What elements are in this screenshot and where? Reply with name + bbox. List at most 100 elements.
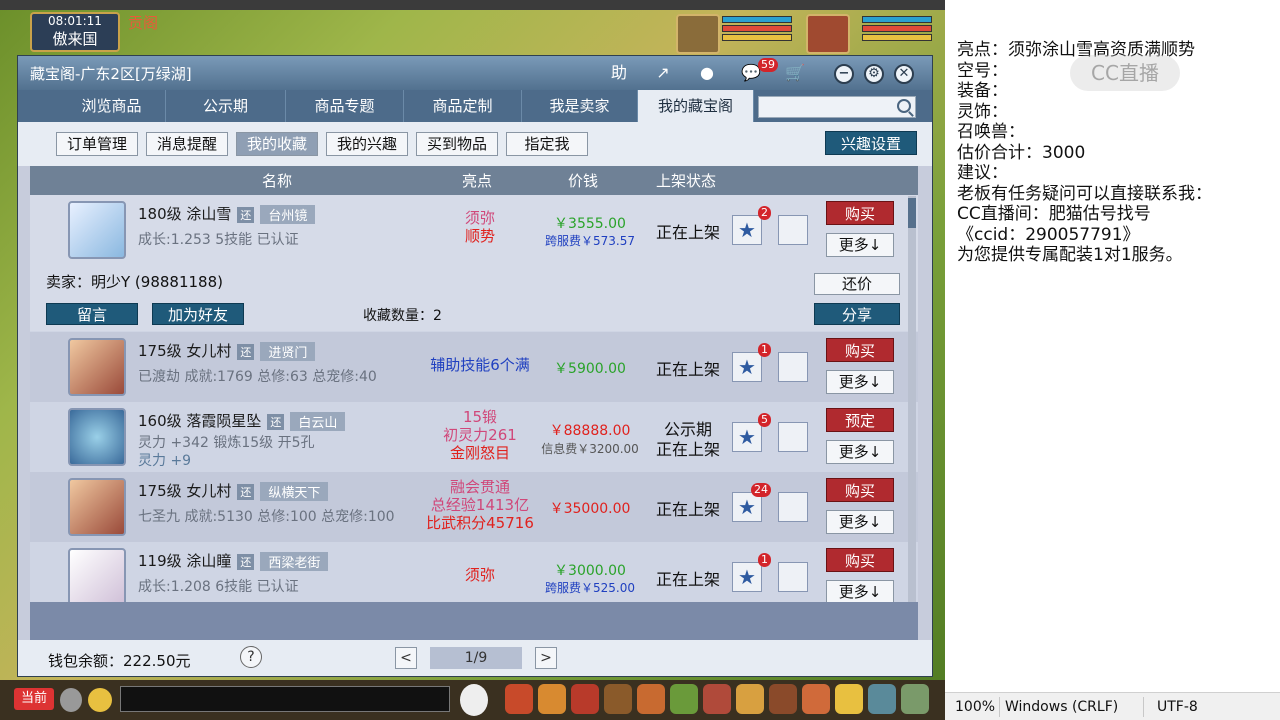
system-icon[interactable] <box>868 684 896 714</box>
help-icon[interactable]: ? <box>240 646 262 668</box>
more-button[interactable]: 更多↓ <box>826 233 894 257</box>
chat-icon[interactable]: 💬 59 <box>738 58 778 84</box>
chat-input[interactable] <box>120 686 450 712</box>
counter-offer-button[interactable]: 还价 <box>814 273 900 295</box>
more-button[interactable]: 更多↓ <box>826 580 894 602</box>
search-icon[interactable] <box>897 99 911 113</box>
assist-icon[interactable]: 助 <box>606 62 632 84</box>
item-detail: 灵力 +342 锻炼15级 开5孔 <box>138 435 315 451</box>
guild-icon[interactable] <box>736 684 764 714</box>
buy-button[interactable]: 购买 <box>826 201 894 225</box>
team-icon[interactable] <box>670 684 698 714</box>
tab-public[interactable]: 公示期 <box>166 90 286 122</box>
friend-icon[interactable] <box>769 684 797 714</box>
game-clock: 08:01:11 傲来国 <box>30 12 120 52</box>
table-row[interactable]: 160级 落霞陨星坠还白云山 灵力 +342 锻炼15级 开5孔 灵力 +9 1… <box>30 402 918 472</box>
panda-icon[interactable] <box>460 684 488 716</box>
table-row[interactable]: 175级 女儿村还进贤门 已渡劫 成就:1769 总修:63 总宠修:40 辅助… <box>30 332 918 402</box>
settings-game-icon[interactable] <box>901 684 929 714</box>
activity-icon[interactable] <box>802 684 830 714</box>
fav-count-badge: 1 <box>758 553 771 567</box>
prev-page-button[interactable]: < <box>395 647 417 669</box>
more-button[interactable]: 更多↓ <box>826 370 894 394</box>
emoji-icon[interactable] <box>88 688 112 712</box>
current-channel-button[interactable]: 当前 <box>14 688 54 710</box>
return-tag: 还 <box>237 553 255 570</box>
tab-browse[interactable]: 浏览商品 <box>58 90 166 122</box>
share-button[interactable]: 分享 <box>814 303 900 325</box>
quest-icon[interactable] <box>637 684 665 714</box>
minimize-icon[interactable]: − <box>834 64 854 84</box>
table-row[interactable]: 180级 涂山雪还台州镜 成长:1.253 5技能 已认证 须弥 顺势 ￥355… <box>30 195 918 265</box>
item-fee: 跨服费￥573.57 <box>545 234 635 248</box>
stop-icon[interactable]: ● <box>694 62 720 84</box>
cart-icon[interactable] <box>778 422 808 452</box>
item-level-name: 175级 女儿村 <box>138 342 232 360</box>
cart-icon[interactable] <box>778 562 808 592</box>
tab-custom[interactable]: 商品定制 <box>404 90 522 122</box>
cc-watermark-logo: CC直播 <box>1070 55 1180 91</box>
pet-status-bars <box>722 16 796 43</box>
item-price: ￥35000.00 <box>549 501 631 517</box>
microphone-icon[interactable] <box>60 688 82 712</box>
table-header: 名称 亮点 价钱 上架状态 <box>30 166 918 195</box>
return-tag: 还 <box>237 483 255 500</box>
more-button[interactable]: 更多↓ <box>826 510 894 534</box>
item-level-name: 180级 涂山雪 <box>138 205 232 223</box>
subnav-designated[interactable]: 指定我 <box>506 132 588 156</box>
tab-seller[interactable]: 我是卖家 <box>522 90 638 122</box>
add-friend-button[interactable]: 加为好友 <box>152 303 244 325</box>
cart-icon[interactable]: 🛒 <box>782 62 808 84</box>
note-line: 灵饰： <box>957 101 1008 122</box>
reserve-button[interactable]: 预定 <box>826 408 894 432</box>
next-page-button[interactable]: > <box>535 647 557 669</box>
sub-nav: 订单管理 消息提醒 我的收藏 我的兴趣 买到物品 指定我 兴趣设置 <box>18 122 932 166</box>
pet-avatar[interactable] <box>676 14 720 54</box>
title-bar[interactable]: 藏宝阁-广东2区[万绿湖] 助 ↗ ● 💬 59 🛒 − ⚙ ✕ <box>18 56 932 90</box>
tab-my-treasure[interactable]: 我的藏宝阁 <box>638 90 754 122</box>
star-icon[interactable]: ★ 2 <box>732 206 771 245</box>
share-icon[interactable]: ↗ <box>650 62 676 84</box>
settings-icon[interactable]: ⚙ <box>864 64 884 84</box>
subnav-purchased[interactable]: 买到物品 <box>416 132 498 156</box>
cart-icon[interactable] <box>778 215 808 245</box>
list-scrollbar[interactable] <box>908 196 916 602</box>
buy-button[interactable]: 购买 <box>826 478 894 502</box>
item-thumbnail[interactable] <box>68 201 126 259</box>
subnav-orders[interactable]: 订单管理 <box>56 132 138 156</box>
cart-icon[interactable] <box>778 352 808 382</box>
subnav-interests[interactable]: 我的兴趣 <box>326 132 408 156</box>
note-line: 估价合计：3000 <box>957 142 1086 163</box>
search-input[interactable] <box>758 96 916 118</box>
cart-icon[interactable] <box>778 492 808 522</box>
bag-icon[interactable] <box>538 684 566 714</box>
pet-icon[interactable] <box>571 684 599 714</box>
emote-icon[interactable] <box>835 684 863 714</box>
player-avatar[interactable] <box>806 14 850 54</box>
buy-button[interactable]: 购买 <box>826 548 894 572</box>
star-icon[interactable]: ★ 24 <box>732 483 771 522</box>
star-icon[interactable]: ★ 1 <box>732 553 771 592</box>
item-thumbnail[interactable] <box>68 478 126 536</box>
star-icon[interactable]: ★ 1 <box>732 343 771 382</box>
item-title: 160级 落霞陨星坠还白云山 <box>138 410 346 431</box>
table-row[interactable]: 175级 女儿村还纵横天下 七圣九 成就:5130 总修:100 总宠修:100… <box>30 472 918 542</box>
gift-icon[interactable] <box>703 684 731 714</box>
more-button[interactable]: 更多↓ <box>826 440 894 464</box>
subnav-messages[interactable]: 消息提醒 <box>146 132 228 156</box>
scrollbar-thumb[interactable] <box>908 198 916 228</box>
item-thumbnail[interactable] <box>68 408 126 466</box>
skill-icon[interactable] <box>604 684 632 714</box>
subnav-favorites[interactable]: 我的收藏 <box>236 132 318 156</box>
star-icon[interactable]: ★ 5 <box>732 413 771 452</box>
message-button[interactable]: 留言 <box>46 303 138 325</box>
close-icon[interactable]: ✕ <box>894 64 914 84</box>
table-row[interactable]: 119级 涂山瞳还西梁老街 成长:1.208 6技能 已认证 须弥 ￥3000.… <box>30 542 918 602</box>
item-thumbnail[interactable] <box>68 338 126 396</box>
item-icon[interactable] <box>505 684 533 714</box>
buy-button[interactable]: 购买 <box>826 338 894 362</box>
interest-settings-button[interactable]: 兴趣设置 <box>825 131 917 155</box>
fav-count-badge: 24 <box>751 483 771 497</box>
tab-topics[interactable]: 商品专题 <box>286 90 404 122</box>
item-thumbnail[interactable] <box>68 548 126 602</box>
